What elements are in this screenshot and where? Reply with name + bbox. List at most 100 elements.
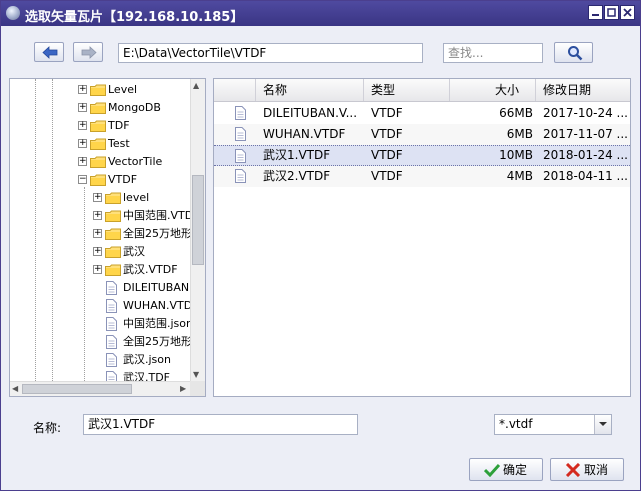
tree-item[interactable]: − VTDF bbox=[10, 171, 192, 189]
tree-item[interactable]: WUHAN.VTD bbox=[10, 297, 192, 315]
tree-item[interactable]: 武汉.json bbox=[10, 351, 192, 369]
column-header-size[interactable]: 大小 bbox=[450, 79, 536, 101]
folder-icon bbox=[90, 138, 106, 150]
close-button[interactable] bbox=[620, 5, 635, 20]
folder-icon bbox=[105, 228, 121, 240]
tree-horizontal-scrollbar[interactable]: ◀ ▶ bbox=[10, 381, 192, 396]
expand-icon[interactable]: + bbox=[78, 157, 87, 166]
column-header-date[interactable]: 修改日期 bbox=[536, 79, 630, 101]
search-icon bbox=[568, 46, 583, 61]
tree-item-label: 中国范围.json bbox=[123, 317, 193, 330]
tree-item[interactable]: + Test bbox=[10, 135, 192, 153]
folder-tree[interactable]: + Level + MongoDB + TDF + Test + VectorTile − VTDF +… bbox=[9, 78, 206, 397]
tree-item[interactable]: + level bbox=[10, 189, 192, 207]
list-row[interactable]: 武汉1.VTDF VTDF 10MB 2018-01-24 ... bbox=[214, 145, 630, 166]
dropdown-button[interactable] bbox=[594, 415, 611, 434]
list-row[interactable]: 武汉2.VTDF VTDF 4MB 2018-04-11 ... bbox=[214, 166, 630, 187]
column-header-type[interactable]: 类型 bbox=[364, 79, 450, 101]
tree-item[interactable]: + TDF bbox=[10, 117, 192, 135]
tree-item-label: 中国范围.VTD bbox=[123, 209, 194, 222]
folder-icon bbox=[90, 120, 106, 132]
tree-item-label: TDF bbox=[108, 119, 130, 132]
cell-name: 武汉2.VTDF bbox=[263, 169, 331, 183]
cell-type: VTDF bbox=[371, 148, 403, 162]
tree-item[interactable]: + 全国25万地形 bbox=[10, 225, 192, 243]
expand-icon[interactable]: + bbox=[93, 211, 102, 220]
cancel-button[interactable]: 取消 bbox=[550, 458, 624, 481]
scroll-down-icon[interactable]: ▼ bbox=[193, 370, 199, 379]
window-title: 选取矢量瓦片【192.168.10.185】 bbox=[25, 10, 244, 25]
file-icon bbox=[106, 317, 117, 331]
expand-icon[interactable]: + bbox=[93, 229, 102, 238]
cell-type: VTDF bbox=[371, 106, 403, 120]
search-button[interactable] bbox=[554, 42, 593, 63]
tree-vscroll-thumb[interactable] bbox=[192, 175, 204, 265]
collapse-icon[interactable]: − bbox=[78, 175, 87, 184]
tree-item-label: Level bbox=[108, 83, 138, 96]
ok-button[interactable]: 确定 bbox=[469, 458, 543, 481]
tree-item[interactable]: DILEITUBAN. bbox=[10, 279, 193, 297]
tree-item-label: MongoDB bbox=[108, 101, 161, 114]
list-row[interactable]: WUHAN.VTDF VTDF 6MB 2017-11-07 ... bbox=[214, 124, 630, 145]
tree-item[interactable]: + VectorTile bbox=[10, 153, 192, 171]
file-type-value: *.vtdf bbox=[499, 417, 533, 431]
tree-item[interactable]: + 中国范围.VTD bbox=[10, 207, 194, 225]
tree-hscroll-thumb[interactable] bbox=[22, 384, 132, 394]
tree-item[interactable]: + MongoDB bbox=[10, 99, 192, 117]
check-icon bbox=[484, 463, 500, 477]
cell-type: VTDF bbox=[371, 127, 403, 141]
tree-item-label: DILEITUBAN. bbox=[123, 281, 193, 294]
tree-item[interactable]: 中国范围.json bbox=[10, 315, 193, 333]
scroll-left-icon[interactable]: ◀ bbox=[12, 384, 18, 393]
arrow-left-icon bbox=[42, 46, 58, 59]
cell-date: 2018-01-24 ... bbox=[543, 148, 628, 162]
toolbar: E:\Data\VectorTile\VTDF 查找... bbox=[1, 26, 640, 78]
expand-icon[interactable]: + bbox=[93, 265, 102, 274]
folder-icon bbox=[90, 156, 106, 168]
tree-item-label: WUHAN.VTD bbox=[123, 299, 193, 312]
folder-icon bbox=[105, 210, 121, 222]
tree-vertical-scrollbar[interactable]: ▲ ▼ bbox=[190, 79, 205, 381]
scroll-corner bbox=[190, 381, 205, 396]
name-label: 名称: bbox=[33, 421, 62, 435]
back-button[interactable] bbox=[34, 42, 64, 62]
scroll-right-icon[interactable]: ▶ bbox=[180, 384, 186, 393]
expand-icon[interactable]: + bbox=[78, 103, 87, 112]
maximize-button[interactable] bbox=[604, 5, 619, 20]
folder-icon bbox=[105, 264, 121, 276]
cell-date: 2017-11-07 ... bbox=[543, 127, 628, 141]
folder-icon bbox=[90, 174, 106, 186]
minimize-button[interactable] bbox=[588, 5, 603, 20]
file-name-input[interactable]: 武汉1.VTDF bbox=[83, 414, 358, 435]
scroll-up-icon[interactable]: ▲ bbox=[193, 81, 199, 90]
tree-item[interactable]: + Level bbox=[10, 81, 192, 99]
expand-icon[interactable]: + bbox=[93, 247, 102, 256]
list-row[interactable]: DILEITUBAN.V... VTDF 66MB 2017-10-24 ... bbox=[214, 103, 630, 124]
tree-item-label: 全国25万地形 bbox=[123, 335, 192, 348]
expand-icon[interactable]: + bbox=[78, 121, 87, 130]
close-icon bbox=[623, 8, 632, 17]
tree-item[interactable]: 全国25万地形 bbox=[10, 333, 192, 351]
column-header-name[interactable]: 名称 bbox=[256, 79, 364, 101]
search-input[interactable]: 查找... bbox=[443, 43, 543, 63]
expand-icon[interactable]: + bbox=[93, 193, 102, 202]
path-input[interactable]: E:\Data\VectorTile\VTDF bbox=[118, 43, 423, 63]
column-header-icon bbox=[214, 79, 256, 101]
cross-icon bbox=[565, 463, 581, 477]
file-list[interactable]: 名称 类型 大小 修改日期 DILEITUBAN.V... VTDF 66MB 201… bbox=[213, 78, 631, 397]
expand-icon[interactable]: + bbox=[78, 85, 87, 94]
title-bar[interactable]: 选取矢量瓦片【192.168.10.185】 bbox=[1, 1, 640, 26]
folder-icon bbox=[105, 246, 121, 258]
cell-name: 武汉1.VTDF bbox=[263, 148, 331, 162]
tree-item-label: 武汉.VTDF bbox=[123, 263, 178, 276]
tree-item[interactable]: + 武汉 bbox=[10, 243, 192, 261]
file-type-select[interactable]: *.vtdf bbox=[494, 414, 612, 435]
forward-button[interactable] bbox=[73, 42, 103, 62]
cell-size: 10MB bbox=[499, 148, 533, 162]
tree-item[interactable]: + 武汉.VTDF bbox=[10, 261, 192, 279]
list-header: 名称 类型 大小 修改日期 bbox=[214, 79, 630, 102]
file-icon bbox=[106, 335, 117, 349]
expand-icon[interactable]: + bbox=[78, 139, 87, 148]
arrow-right-icon bbox=[81, 46, 97, 59]
file-icon bbox=[235, 127, 246, 141]
